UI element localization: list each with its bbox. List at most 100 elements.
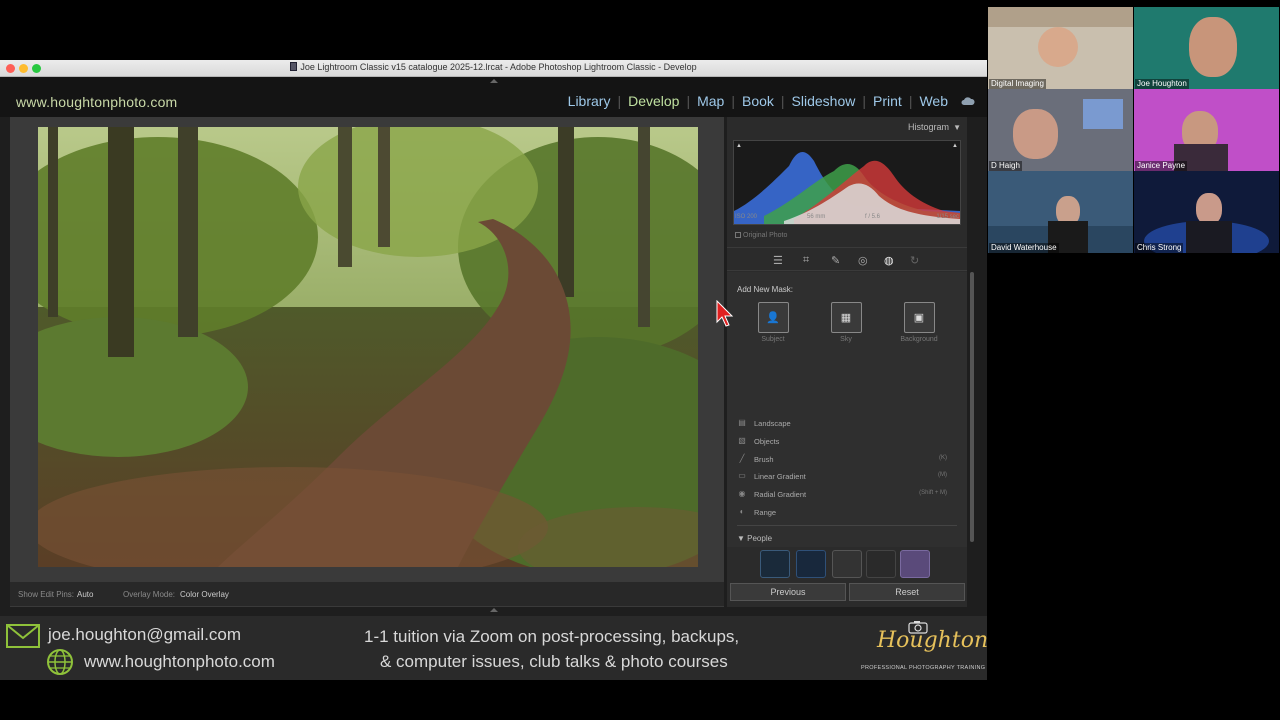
window-title: Joe Lightroom Classic v15 catalogue 2025… [300,62,697,72]
original-photo-toggle[interactable]: Original Photo [735,232,787,239]
mask-background-button[interactable]: ▣ Background [897,302,941,343]
title-bar[interactable]: Joe Lightroom Classic v15 catalogue 2025… [0,60,987,77]
edit-sliders-icon[interactable]: ☰ [773,254,783,267]
mask-item-label: Range [754,508,777,517]
window-title-container: Joe Lightroom Classic v15 catalogue 2025… [0,62,987,72]
loupe-toolbar: Show Edit Pins: Auto Overlay Mode: Color… [10,582,724,606]
houghton-logo-text: Houghton [877,628,989,653]
people-section[interactable]: ▼ People [737,534,772,543]
lrc-thumbnail[interactable] [796,550,826,578]
tuition-line-2: & computer issues, club talks & photo co… [380,652,728,671]
brush-icon: ╱ [739,454,745,463]
expand-triangle-icon[interactable]: ▼ [737,534,747,543]
mask-item-label: Objects [754,437,780,446]
participant-name: D Haigh [989,161,1022,171]
tool-strip: ☰ ⌗ ✎ ◎ ◍ ↻ [727,247,967,271]
participant-tile[interactable]: David Waterhouse [988,171,1133,253]
panel-scrollbar[interactable] [970,272,974,542]
mask-objects[interactable]: ▧ Objects [737,436,957,450]
participant-tile[interactable]: Digital Imaging [988,7,1133,89]
radial-gradient-icon: ◉ [738,489,746,498]
aperture-value: f / 5.6 [865,214,881,220]
overlay-mode-select[interactable]: Color Overlay [180,590,229,599]
subject-icon: 👤 [757,302,789,333]
lrc-thumbnail[interactable] [760,550,790,578]
module-library[interactable]: Library [561,93,618,109]
top-panel-toggle-icon[interactable] [490,79,498,83]
checkbox-icon[interactable] [735,232,741,238]
participant-name: David Waterhouse [989,243,1059,253]
highlight-clipping-icon[interactable]: ▲ [952,143,958,149]
module-slideshow[interactable]: Slideshow [785,93,863,109]
reset-rotate-icon[interactable]: ↻ [910,254,919,267]
mask-item-label: Landscape [754,419,791,428]
photo-image [38,127,698,567]
histogram-curves [734,151,960,224]
add-new-mask-heading: Add New Mask: [737,285,794,294]
shutter-value: 1/15 sec [936,214,959,220]
globe-icon [47,649,73,675]
masking-panel: Add New Mask: 👤 Subject ▦ Sky ▣ Backgrou… [727,272,967,547]
participant-body [1186,221,1232,253]
thumbnail[interactable] [832,550,862,578]
shadow-clipping-icon[interactable]: ▲ [736,143,742,149]
mask-landscape[interactable]: ▤ Landscape [737,418,957,432]
red-eye-icon[interactable]: ◎ [858,254,868,267]
wall-background [988,7,1133,27]
forest-path-photo[interactable] [38,127,698,567]
module-picker: Library | Develop | Map | Book | Slideshow | … [561,93,975,109]
envelope-icon [6,624,40,648]
module-map[interactable]: Map [690,93,731,109]
previous-button[interactable]: Previous [730,583,846,601]
mask-radial-gradient[interactable]: ◉ Radial Gradient (Shift + M) [737,489,957,503]
module-bar: www.houghtonphoto.com Library | Develop | … [0,77,987,117]
participant-name: Joe Houghton [1135,79,1189,89]
lightroom-window: Joe Lightroom Classic v15 catalogue 2025… [0,60,987,616]
mask-brush[interactable]: ╱ Brush (K) [737,454,957,468]
participant-tile[interactable]: Joe Houghton [1134,7,1279,89]
overlay-mode-label: Overlay Mode: [123,590,176,599]
mask-item-shortcut: (K) [939,455,947,461]
participant-tile[interactable]: Chris Strong [1134,171,1279,253]
logo-subtitle: PROFESSIONAL PHOTOGRAPHY TRAINING [861,665,986,671]
module-print[interactable]: Print [866,93,909,109]
promo-banner: joe.houghton@gmail.com www.houghtonphoto… [0,616,989,680]
sky-icon: ▦ [830,302,862,333]
linear-gradient-icon: ▭ [738,471,746,480]
histogram-header[interactable]: Histogram ▼ [727,117,967,137]
thumbnail[interactable] [900,550,930,578]
participant-face [1038,27,1078,67]
participant-tile[interactable]: D Haigh [988,89,1133,171]
participant-tile[interactable]: Janice Payne [1134,89,1279,171]
mask-item-shortcut: (Shift + M) [919,490,947,496]
website-text: www.houghtonphoto.com [84,652,275,671]
mask-linear-gradient[interactable]: ▭ Linear Gradient (M) [737,471,957,485]
develop-right-panel: Histogram ▼ ▲ ▲ ISO 200 56 mm f / 5.6 1/… [727,117,967,607]
objects-icon: ▧ [738,436,746,445]
mask-item-label: Brush [754,455,774,464]
crop-icon[interactable]: ⌗ [803,254,809,267]
participant-name: Janice Payne [1135,161,1188,171]
module-web[interactable]: Web [912,93,955,109]
heal-icon[interactable]: ✎ [831,254,840,267]
mask-range[interactable]: ◐ Range [737,507,957,521]
cloud-sync-icon[interactable] [961,95,975,107]
loupe-view [10,117,724,607]
document-icon [290,62,298,71]
edit-pins-select[interactable]: Auto [77,590,93,599]
range-icon: ◐ [739,507,745,516]
background-icon: ▣ [903,302,935,333]
focal-length-value: 56 mm [807,214,826,220]
masking-icon[interactable]: ◍ [884,254,894,267]
original-photo-label: Original Photo [743,232,788,239]
mask-subject-button[interactable]: 👤 Subject [751,302,795,343]
reset-button[interactable]: Reset [849,583,965,601]
module-book[interactable]: Book [735,93,781,109]
bottom-panel-toggle-icon[interactable] [490,608,498,612]
participant-name: Digital Imaging [989,79,1046,89]
mask-subject-label: Subject [761,336,785,343]
mask-sky-button[interactable]: ▦ Sky [824,302,868,343]
module-develop[interactable]: Develop [621,93,686,109]
collapse-triangle-icon[interactable]: ▼ [953,123,961,132]
thumbnail[interactable] [866,550,896,578]
